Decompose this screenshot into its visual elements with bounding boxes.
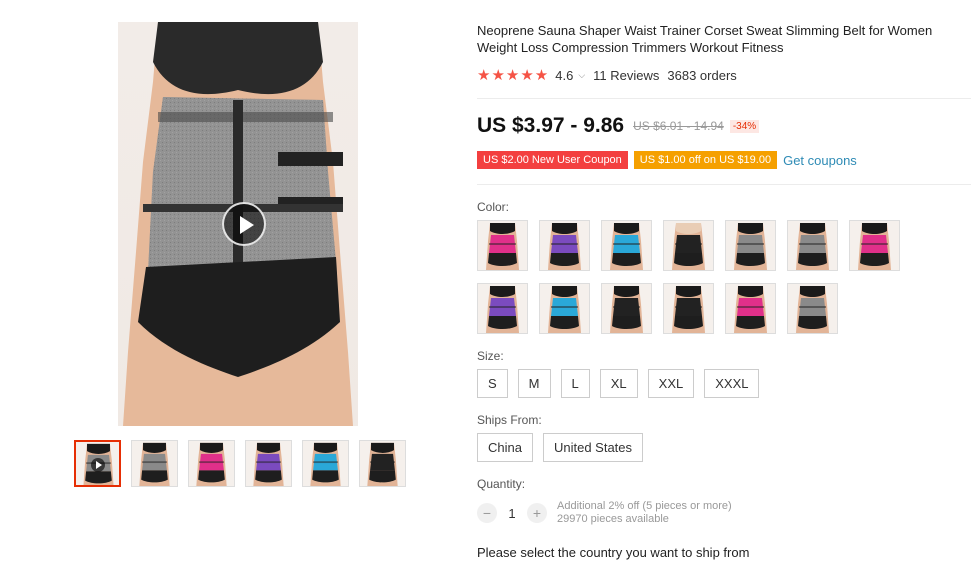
color-swatch[interactable] (663, 283, 714, 334)
size-option[interactable]: L (560, 369, 590, 398)
ships-from-label: Ships From: (477, 413, 542, 427)
shipping-message: Please select the country you want to sh… (477, 545, 750, 560)
pieces-available: 29970 pieces available (557, 513, 669, 525)
ships-from-option[interactable]: United States (542, 433, 644, 462)
rating-row: ★★★★★ 4.6 ⌵ 11 Reviews 3683 orders (477, 66, 737, 84)
thumbnail-image[interactable] (359, 440, 406, 487)
reviews-link[interactable]: 11 Reviews (593, 68, 659, 83)
size-option[interactable]: XXXL (704, 369, 760, 398)
color-swatch[interactable] (725, 283, 776, 334)
color-swatch[interactable] (477, 283, 528, 334)
ships-from-option[interactable]: China (477, 433, 533, 462)
color-swatch[interactable] (663, 220, 714, 271)
size-option[interactable]: S (477, 369, 508, 398)
divider (477, 184, 971, 185)
color-label: Color: (477, 200, 510, 214)
new-user-coupon[interactable]: US $2.00 New User Coupon (477, 151, 628, 169)
ships-from-options: China United States (477, 433, 644, 462)
thumbnail-image[interactable] (302, 440, 349, 487)
decrease-quantity-button[interactable]: − (477, 503, 497, 523)
color-swatch[interactable] (539, 283, 590, 334)
play-icon (91, 458, 105, 472)
main-product-image[interactable] (118, 22, 358, 426)
bulk-discount-note: Additional 2% off (5 pieces or more) (557, 500, 732, 512)
discount-badge: -34% (729, 119, 760, 133)
size-option[interactable]: XL (599, 369, 638, 398)
quantity-note: Additional 2% off (5 pieces or more) 299… (557, 500, 732, 526)
play-video-button[interactable] (222, 202, 266, 246)
rating-stars: ★★★★★ (477, 67, 550, 84)
orders-count: 3683 orders (667, 67, 737, 83)
color-swatch[interactable] (477, 220, 528, 271)
thumbnail-strip (74, 440, 406, 487)
color-swatch[interactable] (787, 220, 838, 271)
quantity-label: Quantity: (477, 477, 526, 491)
color-swatch[interactable] (539, 220, 590, 271)
size-label: Size: (477, 349, 504, 363)
increase-quantity-button[interactable]: + (527, 503, 547, 523)
quantity-stepper: − 1 + Additional 2% off (5 pieces or mor… (477, 500, 732, 526)
color-swatch-grid (477, 220, 917, 334)
price-row: US $3.97 - 9.86 US $6.01 - 14.94 -34% (477, 114, 760, 138)
rating-score[interactable]: 4.6 (555, 68, 573, 83)
color-swatch[interactable] (725, 220, 776, 271)
quantity-value[interactable]: 1 (497, 506, 527, 521)
product-title: Neoprene Sauna Shaper Waist Trainer Cors… (477, 23, 933, 55)
coupon-row: US $2.00 New User Coupon US $1.00 off on… (477, 151, 857, 169)
current-price: US $3.97 - 9.86 (477, 114, 625, 137)
chevron-down-icon[interactable]: ⌵ (578, 70, 585, 81)
store-coupon[interactable]: US $1.00 off on US $19.00 (633, 151, 778, 169)
color-swatch[interactable] (787, 283, 838, 334)
size-option[interactable]: XXL (647, 369, 695, 398)
size-options: S M L XL XXL XXXL (477, 369, 760, 398)
color-swatch[interactable] (849, 220, 900, 271)
size-option[interactable]: M (517, 369, 551, 398)
thumbnail-image[interactable] (245, 440, 292, 487)
thumbnail-image[interactable] (131, 440, 178, 487)
color-swatch[interactable] (601, 220, 652, 271)
thumbnail-image[interactable] (188, 440, 235, 487)
original-price: US $6.01 - 14.94 (633, 119, 724, 133)
divider (477, 98, 971, 99)
get-coupons-link[interactable]: Get coupons (783, 153, 857, 168)
color-swatch[interactable] (601, 283, 652, 334)
thumbnail-video[interactable] (74, 440, 121, 487)
